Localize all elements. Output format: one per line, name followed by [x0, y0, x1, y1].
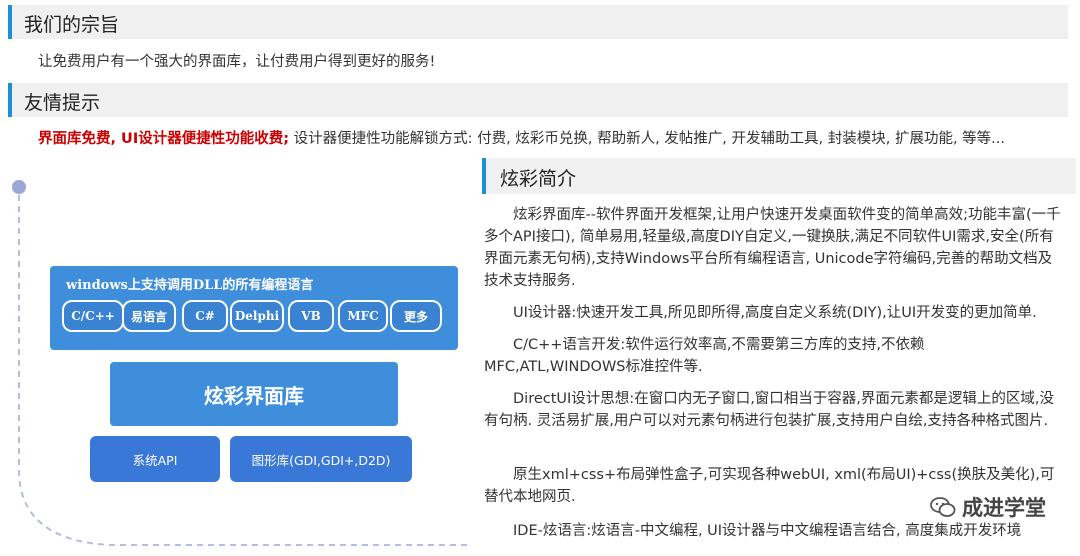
intro-paragraph: 炫彩界面库--软件界面开发框架,让用户快速开发桌面软件变的简单高效;功能丰富(一…	[484, 207, 1061, 289]
chip-more: 更多	[390, 300, 442, 332]
chip-mfc: MFC	[338, 300, 388, 332]
section-header-intro: 炫彩简介	[482, 158, 1076, 194]
languages-title: windows上支持调用DLL的所有编程语言	[66, 278, 314, 293]
chip-csharp: C#	[182, 300, 228, 332]
intro-paragraph: IDE-炫语言:炫语言-中文编程, UI设计器与中文编程语言结合, 高度集成开发…	[513, 523, 1022, 539]
chip-vb: VB	[288, 300, 334, 332]
system-api-box: 系统API	[90, 436, 220, 482]
languages-box: windows上支持调用DLL的所有编程语言 C/C++ 易语言 C# Delp…	[50, 266, 458, 350]
watermark-text: 成进学堂	[962, 496, 1046, 520]
intro-paragraph: C/C++语言开发:软件运行效率高,不需要第三方库的支持,不依赖MFC,ATL,…	[484, 337, 925, 375]
section-title: 炫彩简介	[500, 168, 577, 190]
chip-delphi: Delphi	[230, 300, 284, 332]
chip-eyuyan: 易语言	[122, 300, 176, 332]
intro-paragraph: UI设计器:快速开发工具,所见即所得,高度自定义系统(DIY),让UI开发变的更…	[513, 305, 1037, 321]
wechat-icon	[930, 497, 956, 517]
watermark: 成进学堂	[930, 492, 1046, 522]
graphics-library-box: 图形库(GDI,GDI+,D2D)	[230, 436, 412, 482]
decorative-dot	[12, 180, 26, 194]
chip-cpp: C/C++	[62, 300, 124, 332]
xcgui-library-box: 炫彩界面库	[110, 362, 398, 426]
intro-paragraph: DirectUI设计思想:在窗口内无子窗口,窗口相当于容器,界面元素都是逻辑上的…	[484, 391, 1055, 429]
